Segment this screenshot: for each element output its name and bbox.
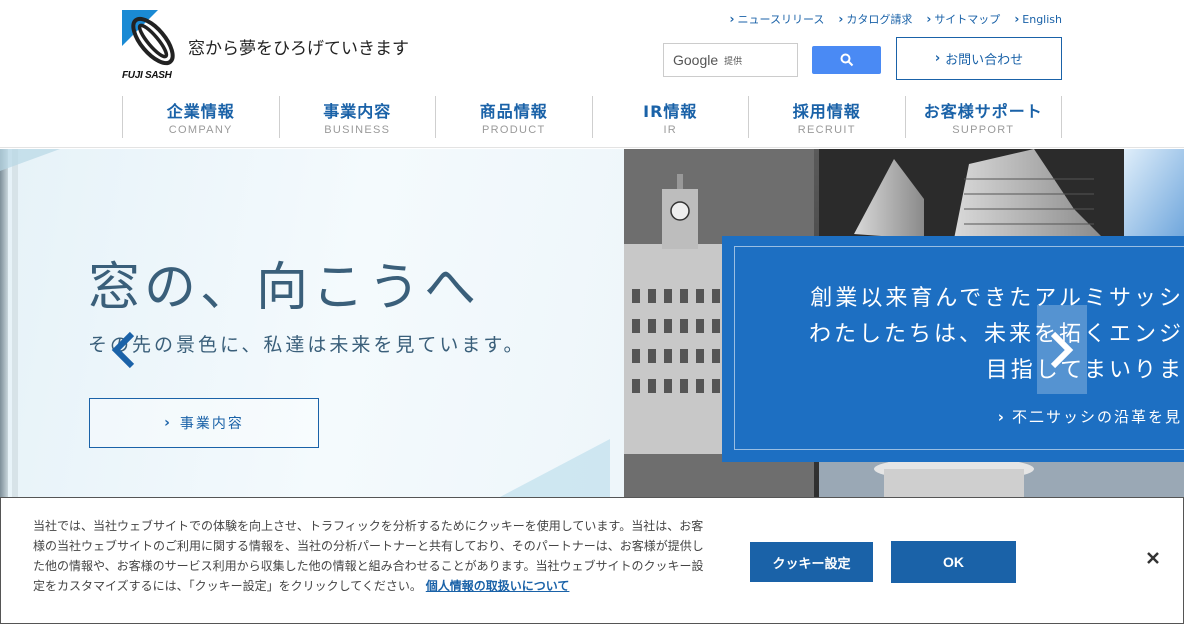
google-brand: Google [673, 52, 719, 68]
nav-item-business[interactable]: 事業内容 BUSINESS [278, 96, 436, 138]
hero-slide-window: 窓の、向こうへ その先の景色に、私達は未来を見ています。 › 事業内容 [0, 149, 624, 497]
cookie-settings-button[interactable]: クッキー設定 [750, 542, 873, 582]
window-frame [0, 149, 8, 497]
privacy-policy-link[interactable]: 個人情報の取扱いについて [426, 579, 570, 593]
nav-item-product[interactable]: 商品情報 PRODUCT [435, 96, 592, 138]
chevron-right-icon: › [1014, 12, 1020, 26]
decor-triangle [0, 149, 60, 171]
search-icon [840, 53, 853, 67]
utility-links: › ニュースリリース › カタログ請求 › サイトマップ › English [730, 11, 1062, 27]
chevron-right-icon [1050, 331, 1074, 368]
nav-item-ir[interactable]: IR情報 IR [591, 96, 749, 138]
global-nav: 企業情報 COMPANY 事業内容 BUSINESS 商品情報 PRODUCT IR情… [122, 96, 1062, 138]
business-button[interactable]: › 事業内容 [89, 398, 319, 448]
hero-slider: 窓の、向こうへ その先の景色に、私達は未来を見ています。 › 事業内容 創業以来… [0, 149, 1184, 497]
decor-triangle [500, 439, 610, 497]
chevron-right-icon: › [997, 407, 1006, 426]
util-link-english[interactable]: › English [1014, 11, 1062, 27]
logo-mark-icon [122, 10, 175, 66]
close-button[interactable] [1141, 546, 1165, 570]
site-header: FUJI SASH 窓から夢をひろげていきます › ニュースリリース › カタログ請… [0, 0, 1184, 148]
chevron-right-icon: › [164, 415, 172, 431]
cookie-message: 当社では、当社ウェブサイトでの体験を向上させ、トラフィックを分析するためにクッキ… [33, 519, 704, 593]
cookie-ok-button[interactable]: OK [891, 541, 1016, 583]
util-link-catalog[interactable]: › カタログ請求 [838, 11, 912, 27]
panel-text: 創業以来育んできたアルミサッシ わたしたちは、未来を拓くエンジ 目指してまいりま [808, 286, 1184, 383]
contact-button[interactable]: › お問い合わせ [896, 37, 1062, 80]
chevron-right-icon: › [934, 51, 941, 66]
history-link[interactable]: › 不二サッシの沿革を見 [998, 406, 1182, 427]
fujisash-logo[interactable]: FUJI SASH [122, 10, 182, 81]
window-frame [12, 149, 18, 497]
chevron-right-icon: › [729, 12, 735, 26]
nav-item-recruit[interactable]: 採用情報 RECRUIT [748, 96, 905, 138]
logo-text: FUJI SASH [122, 70, 172, 81]
cookie-banner: 当社では、当社ウェブサイトでの体験を向上させ、トラフィックを分析するためにクッキ… [0, 497, 1184, 624]
util-link-news[interactable]: › ニュースリリース [730, 11, 825, 27]
slider-next-button[interactable] [1037, 305, 1087, 394]
nav-item-support[interactable]: お客様サポート SUPPORT [904, 96, 1062, 138]
chevron-right-icon: › [926, 12, 932, 26]
nav-item-company[interactable]: 企業情報 COMPANY [122, 96, 279, 138]
search-input[interactable]: Google 提供 [663, 43, 798, 77]
chevron-right-icon: › [838, 12, 844, 26]
util-link-sitemap[interactable]: › サイトマップ [926, 11, 1000, 27]
search-button[interactable] [812, 46, 881, 74]
close-icon [1147, 552, 1159, 564]
chevron-left-icon [111, 331, 135, 369]
hero-title: 窓の、向こうへ [88, 258, 481, 318]
hero-info-panel: 創業以来育んできたアルミサッシ わたしたちは、未来を拓くエンジ 目指してまいりま… [722, 236, 1184, 462]
slider-prev-button[interactable] [108, 328, 138, 372]
google-provided-label: 提供 [724, 56, 743, 67]
hero-subtitle: その先の景色に、私達は未来を見ています。 [88, 334, 526, 356]
tagline: 窓から夢をひろげていきます [188, 39, 409, 59]
